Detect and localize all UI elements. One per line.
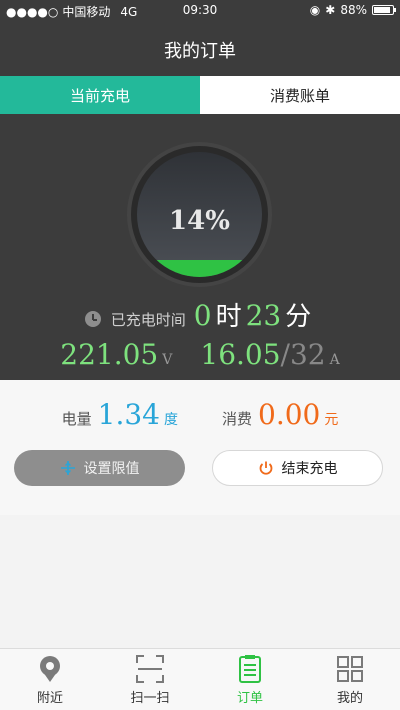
elapsed-hours: 0 xyxy=(193,299,212,332)
charge-summary: 电量 1.34 度 消费 0.00 元 设置限值 结束充电 xyxy=(0,380,400,515)
current-max: /32 xyxy=(280,338,326,371)
bluetooth-icon: ✱ xyxy=(325,3,336,17)
charge-level-fill xyxy=(137,259,262,277)
tabbar-item-nearby[interactable]: 附近 xyxy=(0,649,100,710)
scan-icon xyxy=(136,655,164,683)
summary-stats: 电量 1.34 度 消费 0.00 元 xyxy=(0,398,400,431)
tabbar-item-orders[interactable]: 订单 xyxy=(200,649,300,710)
elapsed-time-label: 已充电时间 xyxy=(110,311,186,329)
cost-stat: 消费 0.00 元 xyxy=(222,398,338,431)
order-icon xyxy=(239,655,261,683)
charging-panel: 14% 已充电时间 0 时 23 分 221.05 V 16.05/32 A xyxy=(0,116,400,380)
bottom-tab-bar: 附近 扫一扫 订单 我的 xyxy=(0,648,400,710)
location-pin-icon xyxy=(40,656,60,682)
cost-value: 0.00 xyxy=(258,398,321,431)
voltage-reading: 221.05 V xyxy=(60,338,172,371)
tabbar-label-orders: 订单 xyxy=(236,691,263,706)
current-reading: 16.05/32 A xyxy=(200,338,339,371)
tabbar-label-mine: 我的 xyxy=(336,691,363,706)
charge-percent: 14% xyxy=(169,206,230,236)
voltage-value: 221.05 xyxy=(60,338,159,371)
battery-percent: 88% xyxy=(340,3,367,17)
current-unit: A xyxy=(329,352,340,368)
power-icon xyxy=(259,461,272,475)
tabbar-label-scan: 扫一扫 xyxy=(130,691,170,706)
voltage-unit: V xyxy=(162,352,173,368)
tabbar-label-nearby: 附近 xyxy=(36,691,63,706)
cost-label: 消费 xyxy=(222,410,253,428)
energy-unit: 度 xyxy=(164,412,178,428)
status-right: ◉ ✱ 88% xyxy=(309,3,396,17)
energy-label: 电量 xyxy=(61,410,92,428)
energy-value: 1.34 xyxy=(97,398,160,431)
current-value: 16.05 xyxy=(200,338,281,371)
end-charging-button[interactable]: 结束充电 xyxy=(212,450,383,486)
tabbar-item-scan[interactable]: 扫一扫 xyxy=(100,649,200,710)
settings-arrows-icon xyxy=(60,461,75,475)
clock-icon xyxy=(84,311,101,327)
set-limit-button[interactable]: 设置限值 xyxy=(14,450,185,486)
tab-consumption-bill[interactable]: 消费账单 xyxy=(200,76,400,114)
tab-current-charging[interactable]: 当前充电 xyxy=(0,76,200,114)
grid-icon xyxy=(337,656,363,682)
minutes-unit: 分 xyxy=(285,302,312,332)
lock-rotation-icon: ◉ xyxy=(309,3,321,17)
hours-unit: 时 xyxy=(215,302,242,332)
battery-icon xyxy=(372,5,396,15)
charge-gauge-inner: 14% xyxy=(137,152,262,277)
elapsed-time-row: 已充电时间 0 时 23 分 xyxy=(0,296,400,333)
tabbar-item-mine[interactable]: 我的 xyxy=(300,649,400,710)
charge-gauge: 14% xyxy=(127,142,272,287)
end-charging-label: 结束充电 xyxy=(281,461,338,477)
nav-bar: 我的订单 xyxy=(0,20,400,76)
battery-level-fill xyxy=(374,7,390,13)
page-title: 我的订单 xyxy=(164,41,236,62)
electrical-readings: 221.05 V 16.05/32 A xyxy=(0,338,400,371)
order-tabs: 当前充电 消费账单 xyxy=(0,76,400,116)
status-bar: ●●●●○ 中国移动 4G 09:30 ◉ ✱ 88% xyxy=(0,0,400,20)
set-limit-label: 设置限值 xyxy=(83,461,140,477)
elapsed-minutes: 23 xyxy=(245,299,282,332)
energy-stat: 电量 1.34 度 xyxy=(62,398,178,431)
cost-unit: 元 xyxy=(324,412,339,428)
